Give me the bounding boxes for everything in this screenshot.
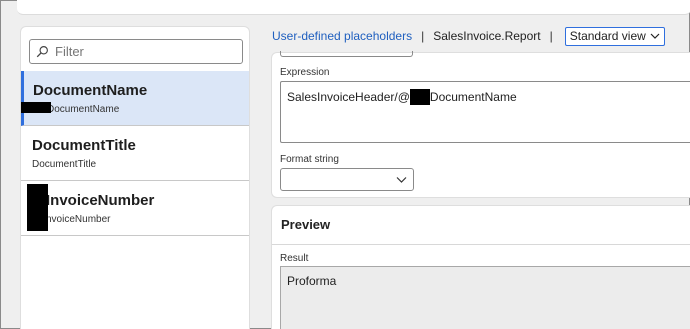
expression-prefix: SalesInvoiceHeader/@ xyxy=(287,90,410,104)
expression-suffix: DocumentName xyxy=(429,90,517,104)
filter-box[interactable] xyxy=(29,39,243,64)
redaction-block xyxy=(21,102,51,113)
format-string-dropdown[interactable] xyxy=(280,168,414,191)
field-stub xyxy=(280,51,413,57)
result-field: Proforma xyxy=(280,266,690,329)
expression-field[interactable]: SalesInvoiceHeader/@ DocumentName xyxy=(280,81,690,143)
list-item-title: DocumentTitle xyxy=(32,137,136,154)
list-item-title: InvoiceNumber xyxy=(46,192,155,209)
chevron-down-icon xyxy=(396,177,407,183)
list-item-document-title[interactable]: DocumentTitle DocumentTitle xyxy=(21,126,249,181)
view-selector[interactable]: Standard view xyxy=(564,26,665,46)
window-frame: DocumentName DocumentName DocumentTitle … xyxy=(0,0,690,329)
top-bar xyxy=(17,0,690,15)
list-item-subtitle: nvoiceNumber xyxy=(46,214,111,225)
list-item-invoice-number[interactable]: InvoiceNumber nvoiceNumber xyxy=(21,181,249,236)
result-value: Proforma xyxy=(287,274,337,288)
report-name: SalesInvoice.Report xyxy=(433,29,541,43)
preview-card: Preview Result Proforma xyxy=(271,205,690,329)
format-string-label: Format string xyxy=(280,154,339,165)
user-defined-placeholders-link[interactable]: User-defined placeholders xyxy=(272,29,412,43)
result-label: Result xyxy=(280,253,309,264)
chevron-down-icon xyxy=(650,33,660,39)
divider xyxy=(272,244,690,245)
breadcrumb-separator: | xyxy=(421,29,425,43)
list-item-title: DocumentName xyxy=(33,82,148,99)
list-item-subtitle: DocumentTitle xyxy=(32,159,97,170)
filter-input[interactable] xyxy=(55,44,235,59)
view-selector-label: Standard view xyxy=(569,29,646,43)
expression-label: Expression xyxy=(280,67,330,78)
breadcrumb-separator: | xyxy=(549,29,553,43)
placeholder-list-panel: DocumentName DocumentName DocumentTitle … xyxy=(20,26,250,329)
list-item-document-name[interactable]: DocumentName DocumentName xyxy=(21,71,249,126)
redaction-block xyxy=(409,89,430,105)
redaction-block xyxy=(27,184,48,231)
header-breadcrumb: User-defined placeholders | SalesInvoice… xyxy=(272,26,665,46)
properties-card: Expression SalesInvoiceHeader/@ DocumentN… xyxy=(271,51,690,198)
placeholder-list: DocumentName DocumentName DocumentTitle … xyxy=(21,71,249,236)
search-icon xyxy=(36,46,48,58)
list-item-subtitle: DocumentName xyxy=(47,104,120,115)
preview-title: Preview xyxy=(281,217,331,232)
